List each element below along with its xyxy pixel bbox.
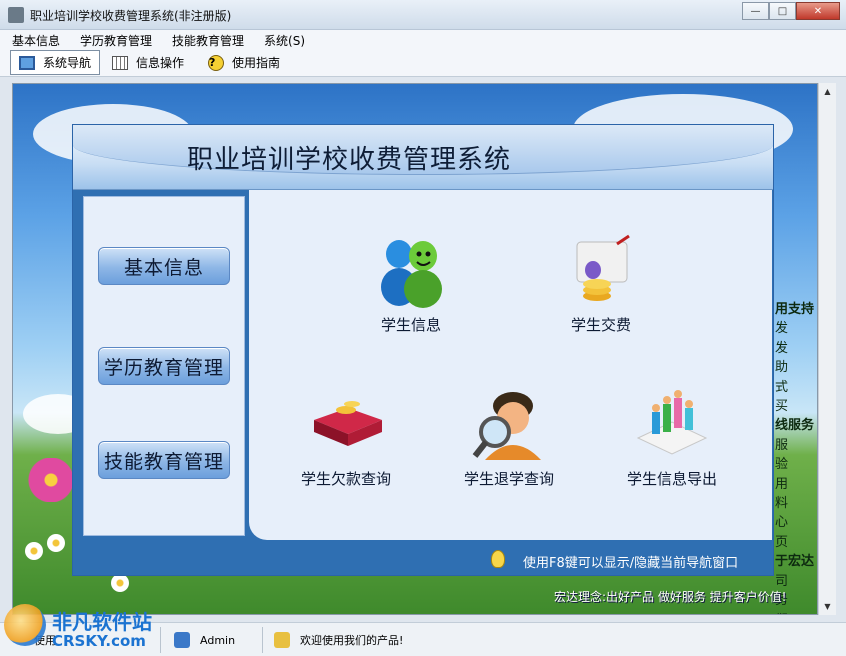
skills-management-button[interactable]: 技能教育管理	[98, 441, 230, 479]
grid-icon	[112, 55, 128, 70]
basic-info-button[interactable]: 基本信息	[98, 247, 230, 285]
nav-body: 基本信息 学历教育管理 技能教育管理 学生信息 学生交费 学生欠款查询 学生退学…	[73, 190, 773, 575]
users-icon	[274, 632, 290, 648]
help-icon: ?	[208, 54, 224, 71]
close-icon[interactable]: ✕	[796, 2, 840, 20]
students-icon	[373, 232, 449, 308]
payment-icon	[563, 232, 639, 308]
side-text: 心	[775, 515, 789, 531]
window-controls: — □ ✕	[742, 2, 840, 20]
toolbar: 系统导航 信息操作 ? 使用指南	[0, 49, 846, 77]
side-text: 用	[775, 476, 789, 492]
info-export-item[interactable]: 学生信息导出	[597, 386, 747, 489]
arrears-book-icon	[308, 386, 384, 462]
side-text: 于宏达	[775, 554, 815, 570]
status-message-text: 欢迎使用我们的产品!	[300, 634, 404, 647]
nav-right-panel: 学生信息 学生交费 学生欠款查询 学生退学查询 学生信息导出	[249, 190, 772, 540]
menu-academic[interactable]: 学历教育管理	[68, 30, 160, 49]
vertical-scrollbar[interactable]: ▲ ▼	[818, 83, 836, 615]
monitor-icon	[19, 55, 35, 70]
menu-system[interactable]: 系统(S)	[252, 30, 313, 49]
window-title: 职业培训学校收费管理系统(非注册版)	[30, 9, 232, 23]
side-text: 发	[775, 340, 789, 356]
hint-text: 使用F8键可以显示/隐藏当前导航窗口	[523, 556, 739, 571]
tab-user-guide-label: 使用指南	[232, 56, 281, 70]
status-user-text: Admin	[200, 633, 236, 647]
student-info-label: 学生信息	[380, 316, 441, 334]
status-separator	[262, 627, 263, 653]
info-export-label: 学生信息导出	[626, 470, 717, 488]
status-user: Admin	[174, 629, 235, 651]
status-message: 欢迎使用我们的产品!	[274, 629, 403, 651]
app-icon	[8, 7, 24, 23]
minimize-icon[interactable]: —	[742, 2, 769, 20]
scroll-up-icon[interactable]: ▲	[819, 83, 836, 100]
tab-system-nav-label: 系统导航	[43, 56, 92, 70]
tab-info-ops[interactable]: 信息操作	[104, 50, 192, 75]
tab-info-ops-label: 信息操作	[136, 56, 185, 70]
search-person-icon	[471, 386, 547, 462]
side-text: 式	[775, 379, 789, 395]
side-text: 线服务	[775, 418, 815, 434]
side-text: 助	[775, 360, 789, 376]
academic-management-button[interactable]: 学历教育管理	[98, 347, 230, 385]
side-text: 料	[775, 496, 789, 512]
arrears-query-item[interactable]: 学生欠款查询	[271, 386, 421, 489]
withdrawal-query-item[interactable]: 学生退学查询	[434, 386, 584, 489]
side-text: 服	[775, 437, 789, 453]
daisy-decoration	[47, 534, 65, 552]
tab-user-guide[interactable]: ? 使用指南	[200, 50, 288, 75]
tab-system-nav[interactable]: 系统导航	[10, 50, 101, 75]
scroll-down-icon[interactable]: ▼	[819, 598, 836, 615]
menu-basic-info[interactable]: 基本信息	[0, 30, 68, 49]
hint-bar: 使用F8键可以显示/隐藏当前导航窗口	[259, 542, 771, 574]
nav-header: 职业培训学校收费管理系统	[73, 125, 773, 190]
side-text: 页	[775, 534, 789, 550]
export-chart-icon	[634, 386, 710, 462]
maximize-icon[interactable]: □	[769, 2, 796, 20]
user-icon	[174, 632, 190, 648]
lightbulb-icon	[491, 550, 505, 568]
daisy-decoration	[111, 574, 129, 592]
menu-skills[interactable]: 技能教育管理	[160, 30, 252, 49]
status-separator	[160, 627, 161, 653]
withdrawal-query-label: 学生退学查询	[463, 470, 554, 488]
watermark: 非凡软件站 CRSKY.com	[0, 598, 160, 656]
side-text: 发	[775, 321, 789, 337]
student-payment-label: 学生交费	[570, 316, 631, 334]
watermark-cn: 非凡软件站	[52, 610, 152, 634]
student-info-item[interactable]: 学生信息	[336, 232, 486, 335]
watermark-logo-icon	[4, 604, 46, 646]
watermark-en: CRSKY.com	[52, 632, 146, 650]
side-text: 买	[775, 399, 789, 415]
menu-bar: 基本信息 学历教育管理 技能教育管理 系统(S)	[0, 30, 846, 49]
navigation-window: 职业培训学校收费管理系统 基本信息 学历教育管理 技能教育管理 学生信息 学生交…	[72, 124, 774, 576]
side-text: 们	[775, 611, 817, 615]
daisy-decoration	[25, 542, 43, 560]
nav-left-panel: 基本信息 学历教育管理 技能教育管理	[83, 196, 245, 536]
slogan-text: 宏达理念:出好产品 做好服务 提升客户价值!	[554, 590, 787, 604]
arrears-query-label: 学生欠款查询	[300, 470, 391, 488]
student-payment-item[interactable]: 学生交费	[526, 232, 676, 335]
nav-title: 职业培训学校收费管理系统	[187, 145, 512, 175]
side-text: 验	[775, 457, 789, 473]
background-side-text: 用支持 发 发 助 式 买 线服务 服 验 用 料 心 页 于宏达 司 务 们	[775, 300, 817, 615]
title-bar: 职业培训学校收费管理系统(非注册版) — □ ✕	[0, 0, 846, 30]
side-text: 用支持	[775, 302, 815, 317]
